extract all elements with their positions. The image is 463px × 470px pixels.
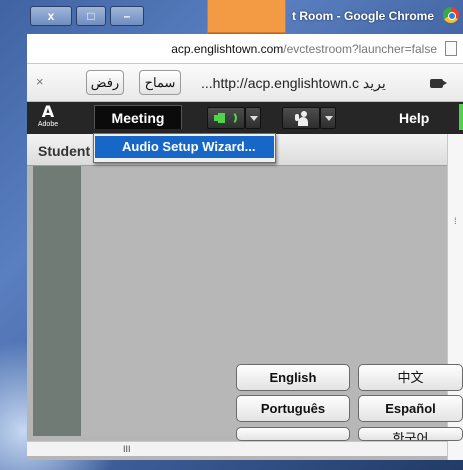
meeting-menu[interactable]: Meeting [94,105,182,129]
permission-infobar: × رفض سماح ...http://acp.englishtown.c ي… [27,64,463,102]
language-button-chinese[interactable]: 中文 [358,364,463,391]
horizontal-scrollbar[interactable]: III [27,441,447,456]
chrome-logo-icon [443,7,459,23]
deny-button[interactable]: رفض [86,70,124,95]
status-indicator [459,104,463,130]
audio-button[interactable] [207,107,245,129]
window-close-button[interactable]: x [30,6,72,26]
meeting-dropdown-menu: Audio Setup Wizard... [93,133,276,163]
help-menu[interactable]: Help [399,110,429,126]
url-host: acp.englishtown.com [171,42,284,56]
infobar-close-icon[interactable]: × [36,74,44,89]
person-raise-hand-icon [295,111,310,126]
scrollbar-grip-icon[interactable]: III [123,444,131,454]
language-button-partial[interactable] [236,427,350,441]
address-bar[interactable]: acp.englishtown.com/evctestroom?launcher… [27,34,463,64]
language-button-portuguese[interactable]: Português [236,395,350,422]
speaker-waves-icon [229,111,237,125]
status-dropdown-button[interactable] [320,107,336,129]
window-title: t Room - Google Chrome [292,9,434,23]
pod-sidebar [33,166,81,436]
page-icon[interactable] [445,41,457,56]
url-text[interactable]: acp.englishtown.com/evctestroom?launcher… [171,42,437,56]
adobe-logo-text: Adobe [37,121,59,128]
panel-resize-handle[interactable]: ⁞ [454,216,457,226]
connect-toolbar: A Adobe Meeting Help [27,102,463,134]
infobar-message: ...http://acp.englishtown.c يريد [201,75,386,91]
language-button-english[interactable]: English [236,364,350,391]
chevron-down-icon [250,116,258,121]
camera-voice-button[interactable] [282,107,320,129]
window-restore-button[interactable]: □ [76,6,106,26]
adobe-logo: A Adobe [36,104,60,132]
speaker-icon [214,113,225,123]
person-body-shape [298,117,308,126]
url-path: /evctestroom?launcher=false [283,42,437,56]
adobe-a-icon: A [41,102,55,121]
language-button-korean[interactable]: 한국어 [358,427,463,441]
language-button-spanish[interactable]: Español [358,395,463,422]
person-hand-shape [295,114,299,121]
camera-icon [430,79,443,88]
audio-dropdown-button[interactable] [245,107,261,129]
window-minimize-button[interactable]: – [110,6,144,26]
menu-item-audio-setup-wizard[interactable]: Audio Setup Wizard... [95,136,274,158]
pod-title: Student [38,143,91,159]
chevron-down-icon [325,116,333,121]
allow-button[interactable]: سماح [139,70,181,95]
redaction-block [207,0,286,33]
